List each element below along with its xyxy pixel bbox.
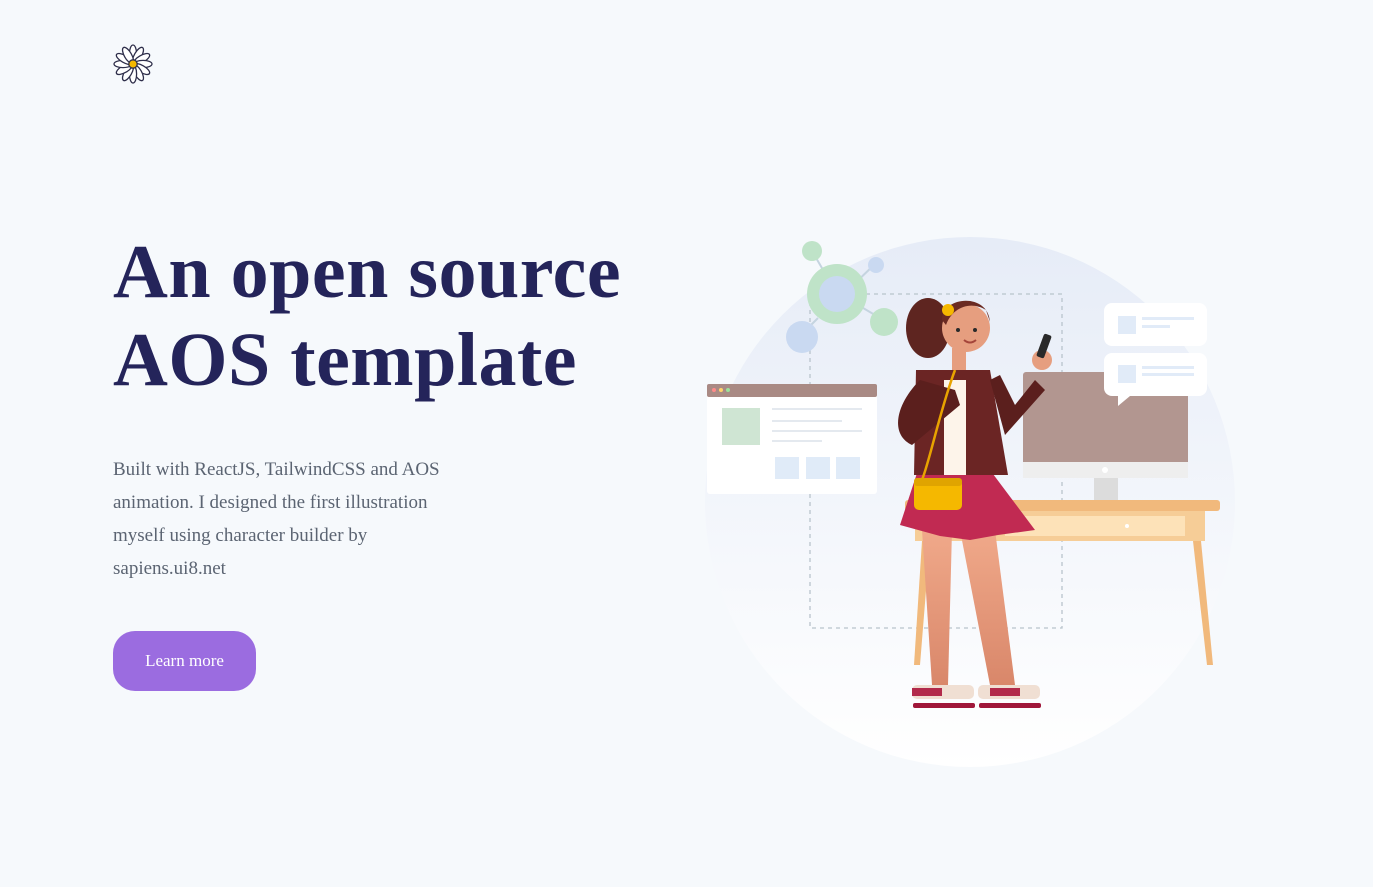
hero-title-line-2: AOS template xyxy=(113,318,578,402)
hero-title: An open source AOS template xyxy=(113,228,713,404)
hero-title-line-1: An open source xyxy=(113,230,622,314)
woman-at-desk-illustration xyxy=(705,237,1235,767)
hero-description: Built with ReactJS, TailwindCSS and AOS … xyxy=(113,459,440,579)
browser-window-card xyxy=(707,384,877,494)
daisy-flower-icon[interactable] xyxy=(112,43,154,85)
chat-bubbles xyxy=(1104,303,1207,406)
learn-more-button[interactable]: Learn more xyxy=(113,631,256,691)
